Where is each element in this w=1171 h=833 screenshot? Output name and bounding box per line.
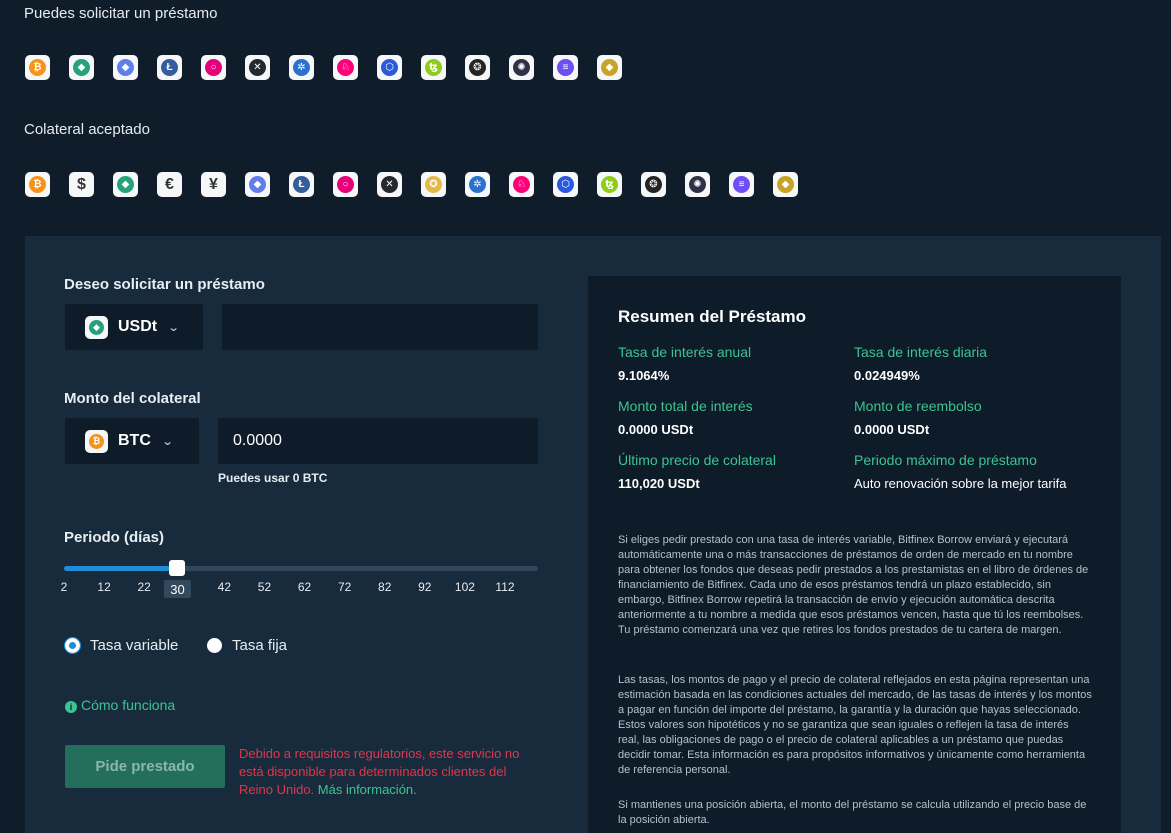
last-collateral-price-label: Último precio de colateral [618,452,776,468]
tether-icon: ◆ [113,172,138,197]
borrow-currency-select[interactable]: ◆ USDt ⌄ [65,304,203,350]
chevron-down-icon: ⌄ [161,435,174,448]
iota-icon: ❂ [641,172,666,197]
litecoin-icon: Ł [289,172,314,197]
borrowable-title: Puedes solicitar un préstamo [24,5,218,22]
info-icon: i [65,701,77,713]
chevron-down-icon: ⌄ [167,321,180,334]
daily-rate-value: 0.024949% [854,368,920,383]
xrp-icon: ✕ [377,172,402,197]
collateral-amount-input[interactable]: 0.0000 [218,418,538,464]
chainlink-icon: ⬡ [377,55,402,80]
tezos-icon: ꜩ [597,172,622,197]
ethereum-icon: ◆ [245,172,270,197]
yen-icon: ¥ [201,172,226,197]
cosmos-icon: ✺ [685,172,710,197]
ethereum-icon: ◆ [113,55,138,80]
more-info-link[interactable]: Más información. [318,782,417,797]
xrp-icon: ✕ [245,55,270,80]
period-tick: 112 [495,580,515,594]
borrow-label: Deseo solicitar un préstamo [64,276,265,293]
period-label: Periodo (días) [64,529,165,546]
annual-rate-value: 9.1064% [618,368,670,383]
period-tick: 22 [137,580,151,594]
xaut-icon: ◆ [597,55,622,80]
cosmos-icon: ✺ [509,55,534,80]
polkadot-icon: ○ [333,172,358,197]
period-tick: 62 [297,580,312,594]
rate-variable-radio[interactable]: Tasa variable [64,637,179,654]
last-collateral-price-value: 110,020 USDt [618,476,700,491]
period-slider-fill [64,566,176,571]
chainlink-icon: ⬡ [553,172,578,197]
xaut-icon: ◆ [773,172,798,197]
period-tick: 42 [217,580,232,594]
collateral-currency-label: BTC [118,432,151,449]
rate-fixed-label: Tasa fija [232,637,288,654]
polkadot-icon: ○ [201,55,226,80]
cardano-icon: ✲ [465,172,490,197]
annual-rate-label: Tasa de interés anual [618,344,752,360]
radio-unselected-icon [207,638,222,653]
total-interest-label: Monto total de interés [618,398,753,414]
solana-icon: ≡ [729,172,754,197]
tether-icon: ◆ [85,315,108,339]
period-tick: 92 [418,580,432,594]
iota-icon: ❂ [465,55,490,80]
uniswap-icon: ♘ [333,55,358,80]
tezos-icon: ꜩ [421,55,446,80]
borrow-button[interactable]: Pide prestado [65,745,225,788]
period-slider-track[interactable] [64,566,538,571]
total-interest-value: 0.0000 USDt [618,422,694,437]
period-tick: 102 [454,580,475,594]
borrow-currency-label: USDt [118,318,158,335]
how-it-works-link[interactable]: i Cómo funciona [65,697,175,713]
period-tick: 72 [337,580,352,594]
period-tick: 2 [60,580,68,594]
daily-rate-label: Tasa de interés diaria [854,344,988,360]
repayment-value: 0.0000 USDt [854,422,930,437]
rate-variable-label: Tasa variable [90,637,179,654]
open-position-note: Si mantienes una posición abierta, el mo… [618,799,1087,826]
period-tick: 52 [257,580,272,594]
pax-gold-icon: ✪ [421,172,446,197]
borrow-amount-input[interactable] [222,304,538,350]
estimate-disclaimer: Las tasas, los montos de pago y el preci… [618,674,1092,776]
max-period-value: Auto renovación sobre la mejor tarifa [854,476,1067,491]
repayment-label: Monto de reembolso [854,398,982,414]
collateral-title: Colateral aceptado [24,121,150,138]
collateral-coin-list: ₿ $ ◆ € ¥ ◆ Ł ○ ✕ ✪ ✲ ♘ ⬡ ꜩ ❂ ✺ ≡ ◆ [25,172,798,197]
radio-selected-icon [64,637,81,654]
solana-icon: ≡ [553,55,578,80]
bitcoin-icon: ₿ [85,429,108,453]
dollar-icon: $ [69,172,94,197]
collateral-amount-label: Monto del colateral [64,390,201,407]
period-tick: 82 [378,580,392,594]
collateral-currency-select[interactable]: ₿ BTC ⌄ [65,418,199,464]
borrowable-coin-list: ₿ ◆ ◆ Ł ○ ✕ ✲ ♘ ⬡ ꜩ ❂ ✺ ≡ ◆ [25,55,622,80]
tether-icon: ◆ [69,55,94,80]
summary-title: Resumen del Préstamo [618,307,807,326]
rate-fixed-radio[interactable]: Tasa fija [207,637,287,654]
variable-rate-disclaimer: Si eliges pedir prestado con una tasa de… [618,534,1089,636]
available-balance-hint: Puedes usar 0 BTC [218,471,328,485]
how-it-works-label: Cómo funciona [81,697,176,713]
euro-icon: € [157,172,182,197]
cardano-icon: ✲ [289,55,314,80]
bitcoin-icon: ₿ [25,172,50,197]
uniswap-icon: ♘ [509,172,534,197]
period-tick: 12 [97,580,111,594]
max-period-label: Periodo máximo de préstamo [854,452,1037,468]
period-slider-thumb[interactable] [169,560,185,576]
regulatory-warning: Debido a requisitos regulatorios, este s… [239,745,539,799]
period-current-value: 30 [164,580,191,598]
bitcoin-icon: ₿ [25,55,50,80]
litecoin-icon: Ł [157,55,182,80]
